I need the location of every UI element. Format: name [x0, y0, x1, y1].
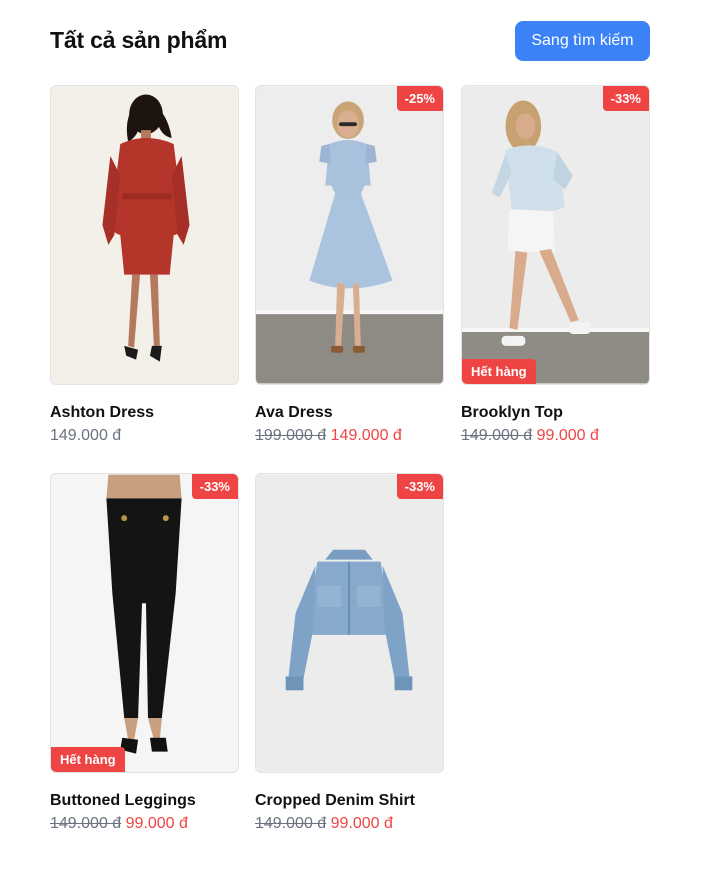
blue-dress-photo [256, 86, 443, 384]
original-price: 199.000 đ [255, 427, 327, 444]
sale-price: 149.000 đ [330, 427, 402, 444]
product-image[interactable]: -33% Hết hàng [461, 85, 650, 385]
sale-price: 99.000 đ [536, 427, 599, 444]
page-title: Tất cả sản phẩm [50, 27, 228, 53]
discount-badge: -33% [396, 474, 443, 499]
product-card-cropped-denim-shirt[interactable]: -33% Cropped Denim Shirt 149.000 đ 99.00… [255, 473, 444, 833]
product-name[interactable]: Ashton Dress [50, 404, 239, 422]
discount-badge: -25% [396, 86, 443, 111]
denim-shirt-photo [256, 474, 443, 772]
price-row: 149.000 đ 99.000 đ [50, 815, 239, 833]
sold-out-badge: Hết hàng [462, 359, 536, 384]
original-price: 149.000 đ [461, 427, 533, 444]
product-name[interactable]: Cropped Denim Shirt [255, 792, 444, 810]
product-card-buttoned-leggings[interactable]: -33% Hết hàng Buttoned Leggings 149.000 … [50, 473, 239, 833]
page-header: Tất cả sản phẩm Sang tìm kiếm [50, 21, 650, 61]
go-to-search-button[interactable]: Sang tìm kiếm [515, 21, 650, 61]
sold-out-badge: Hết hàng [51, 747, 125, 772]
product-image[interactable] [50, 85, 239, 385]
price-row: 149.000 đ 99.000 đ [461, 427, 650, 445]
product-name[interactable]: Ava Dress [255, 404, 444, 422]
product-price: 149.000 đ [50, 427, 122, 444]
black-leggings-photo [51, 474, 238, 772]
price-row: 149.000 đ 99.000 đ [255, 815, 444, 833]
product-image[interactable]: -33% Hết hàng [50, 473, 239, 773]
product-name[interactable]: Brooklyn Top [461, 404, 650, 422]
product-name[interactable]: Buttoned Leggings [50, 792, 239, 810]
white-top-photo [462, 86, 649, 384]
product-image[interactable]: -33% [255, 473, 444, 773]
discount-badge: -33% [191, 474, 238, 499]
sale-price: 99.000 đ [125, 815, 188, 832]
product-card-ava-dress[interactable]: -25% Ava Dress 199.000 đ 149.000 đ [255, 85, 444, 445]
product-card-ashton-dress[interactable]: Ashton Dress 149.000 đ [50, 85, 239, 445]
product-image[interactable]: -25% [255, 85, 444, 385]
red-dress-photo [51, 86, 238, 384]
price-row: 149.000 đ [50, 427, 239, 445]
price-row: 199.000 đ 149.000 đ [255, 427, 444, 445]
discount-badge: -33% [602, 86, 649, 111]
original-price: 149.000 đ [255, 815, 327, 832]
sale-price: 99.000 đ [330, 815, 393, 832]
original-price: 149.000 đ [50, 815, 122, 832]
product-card-brooklyn-top[interactable]: -33% Hết hàng Brooklyn Top 149.000 đ 99.… [461, 85, 650, 445]
